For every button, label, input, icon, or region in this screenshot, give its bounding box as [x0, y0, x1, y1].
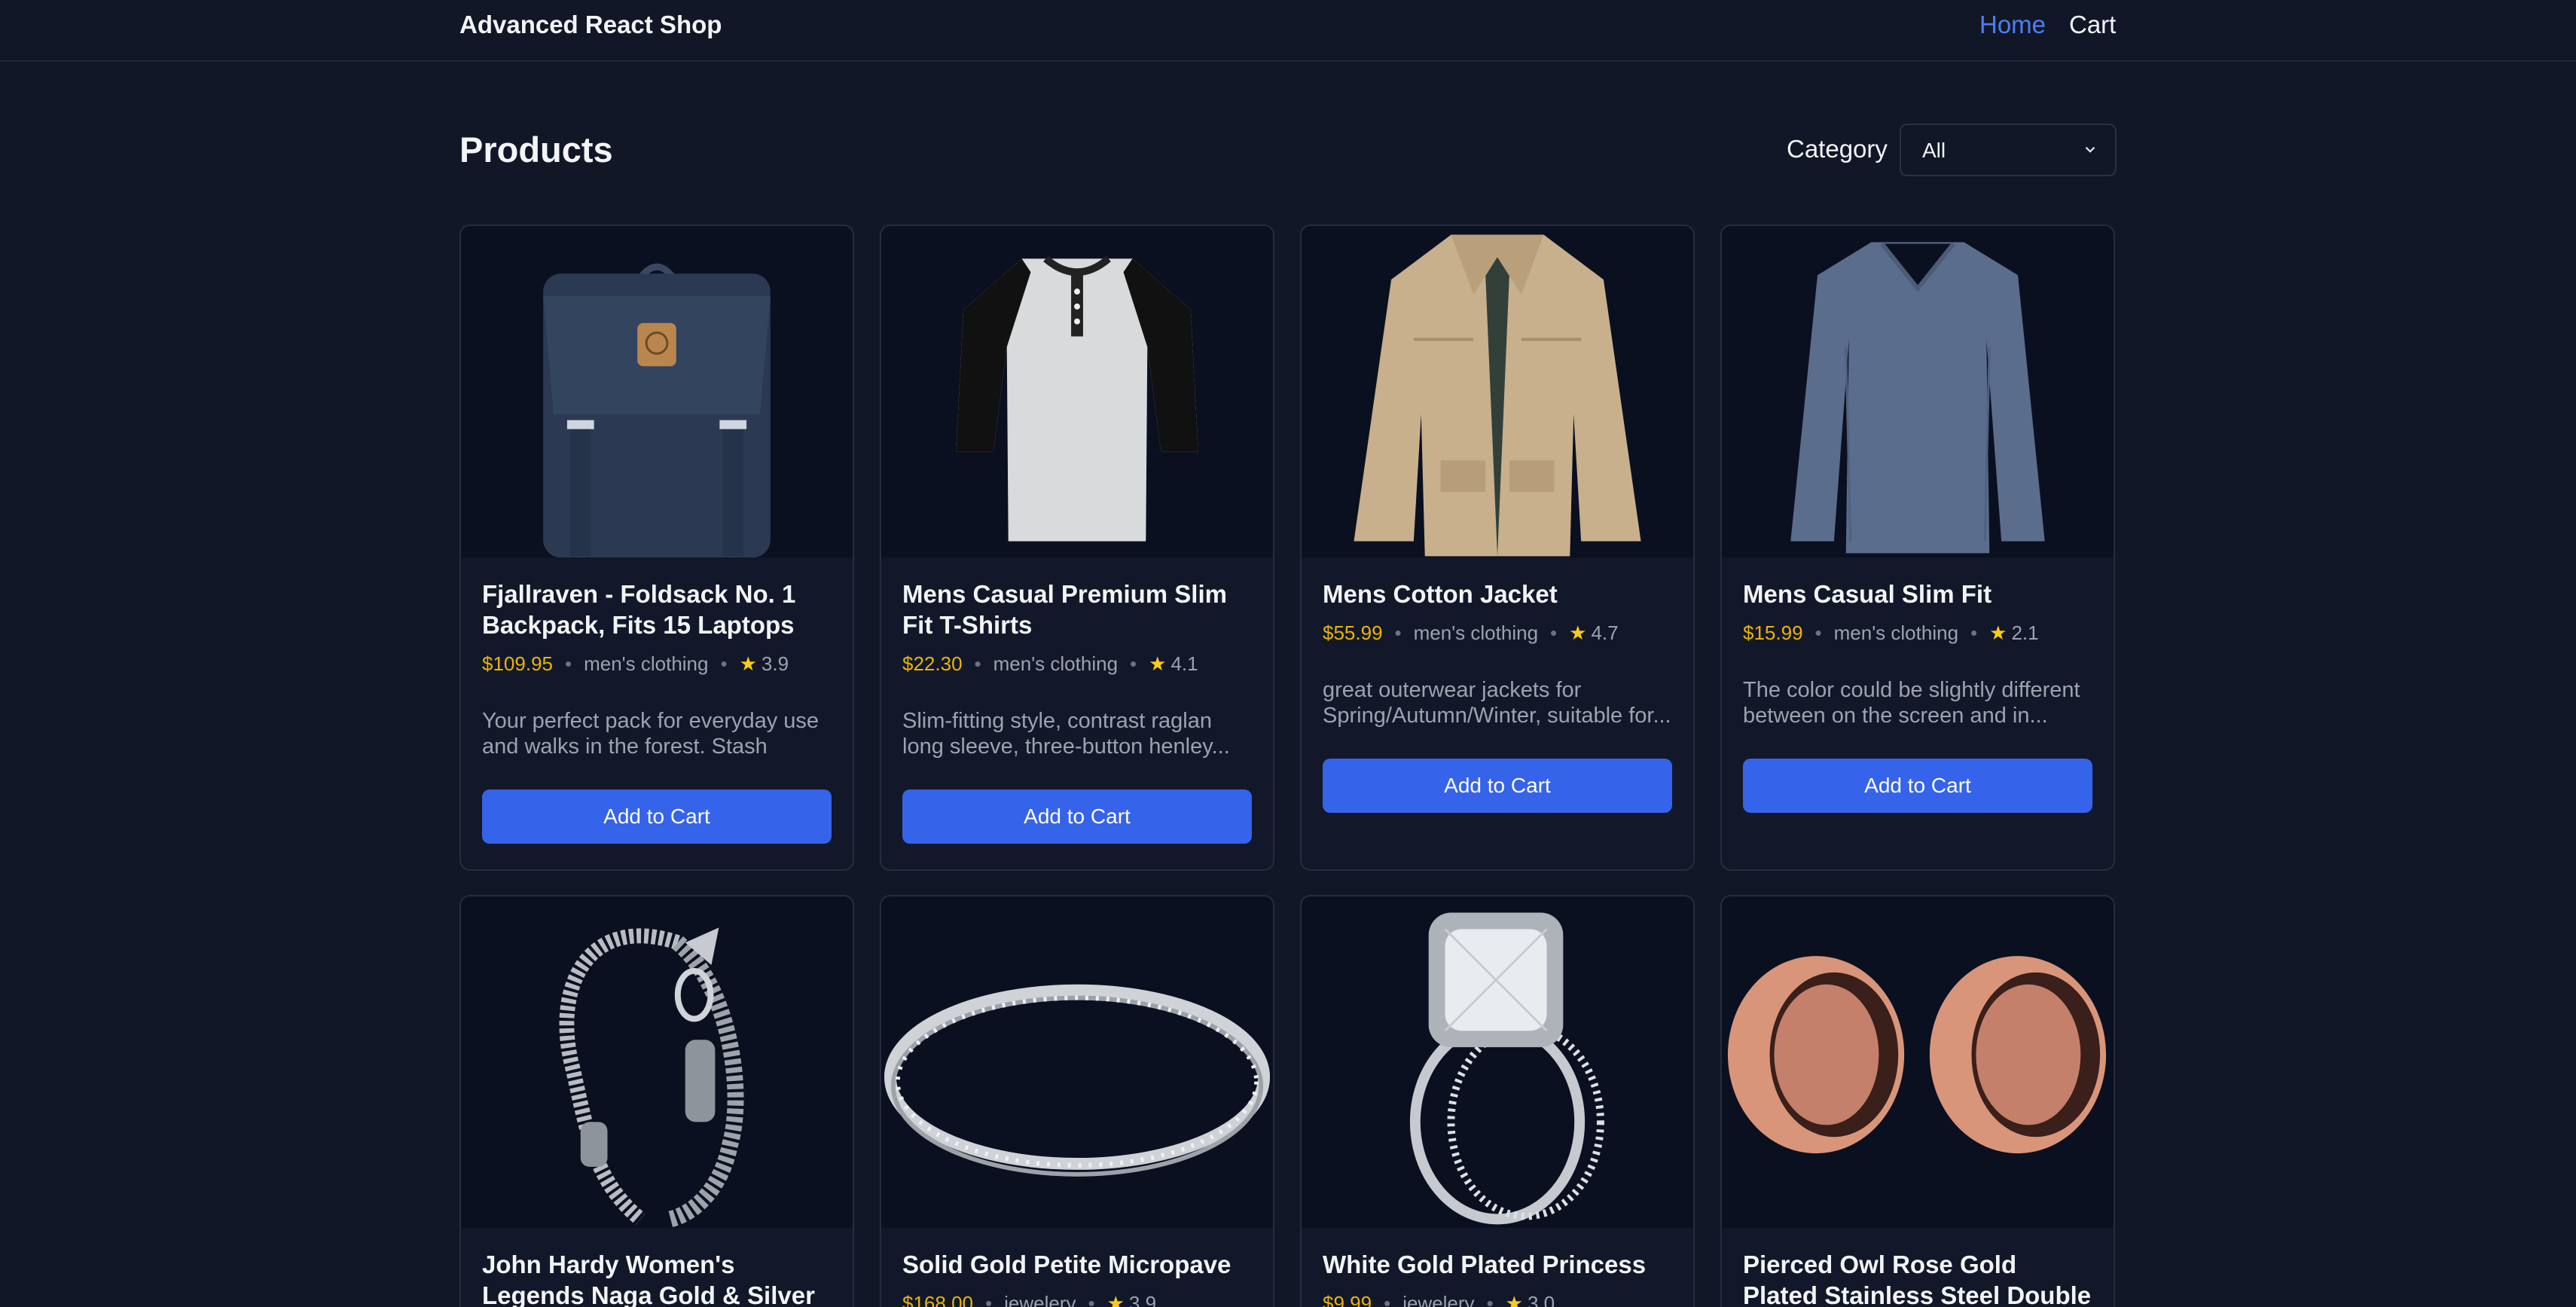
product-title[interactable]: John Hardy Women's Legends Naga Gold & S…: [482, 1249, 832, 1307]
product-rating: 2.1: [2011, 621, 2039, 644]
add-to-cart-button[interactable]: Add to Cart: [482, 789, 832, 844]
star-icon: ★: [1505, 1291, 1523, 1307]
product-category: men's clothing: [584, 652, 709, 675]
separator-dot: •: [720, 652, 728, 675]
product-meta: $109.95 • men's clothing • ★ 3.9: [482, 651, 832, 676]
product-price: $22.30: [902, 652, 963, 675]
add-to-cart-button[interactable]: Add to Cart: [902, 789, 1252, 844]
product-price: $109.95: [482, 652, 553, 675]
product-rating: 3.9: [1128, 1291, 1157, 1307]
product-meta: $22.30 • men's clothing • ★ 4.1: [902, 651, 1252, 676]
product-title[interactable]: Mens Casual Slim Fit: [1743, 579, 2092, 609]
product-card: Mens Casual Premium Slim Fit T-Shirts $2…: [880, 224, 1274, 871]
nav-home-link[interactable]: Home: [1979, 11, 2046, 39]
product-price: $55.99: [1323, 621, 1383, 644]
backpack-image[interactable]: [461, 226, 853, 557]
product-category: men's clothing: [993, 652, 1119, 675]
product-rating: 4.1: [1170, 652, 1198, 675]
product-title[interactable]: Mens Cotton Jacket: [1323, 579, 1672, 609]
star-icon: ★: [1149, 652, 1167, 675]
separator-dot: •: [974, 652, 981, 675]
separator-dot: •: [1486, 1291, 1494, 1307]
product-title[interactable]: Fjallraven - Foldsack No. 1 Backpack, Fi…: [482, 579, 832, 640]
product-title[interactable]: Mens Casual Premium Slim Fit T-Shirts: [902, 579, 1252, 640]
product-card: White Gold Plated Princess $9.99 • jewel…: [1300, 895, 1695, 1307]
product-category: men's clothing: [1833, 621, 1959, 644]
bracelet-image[interactable]: [461, 896, 853, 1228]
nav-cart-link[interactable]: Cart: [2069, 11, 2116, 39]
long-sleeve-shirt-image[interactable]: [1722, 226, 2114, 557]
product-price: $9.99: [1323, 1291, 1372, 1307]
jacket-image[interactable]: [1302, 226, 1693, 557]
product-description: The color could be slightly different be…: [1743, 678, 2080, 728]
star-icon: ★: [1989, 621, 2007, 644]
separator-dot: •: [1384, 1291, 1391, 1307]
product-title[interactable]: Pierced Owl Rose Gold Plated Stainless S…: [1743, 1249, 2092, 1307]
rose-gold-plugs-image[interactable]: [1722, 896, 2114, 1228]
product-price: $168.00: [902, 1291, 973, 1307]
separator-dot: •: [564, 652, 572, 675]
product-description: great outerwear jackets for Spring/Autum…: [1323, 678, 1671, 728]
top-navbar: Advanced React Shop Home Cart: [0, 0, 2576, 62]
product-meta: $9.99 • jewelery • ★ 3.0: [1323, 1290, 1672, 1307]
separator-dot: •: [1088, 1291, 1095, 1307]
product-rating: 4.7: [1591, 621, 1619, 644]
star-icon: ★: [1106, 1291, 1125, 1307]
separator-dot: •: [1550, 621, 1558, 644]
product-card: Mens Casual Slim Fit $15.99 • men's clot…: [1720, 224, 2115, 871]
product-category: jewelery: [1004, 1291, 1076, 1307]
category-select-value: All: [1922, 139, 1946, 162]
product-meta: $168.00 • jewelery • ★ 3.9: [902, 1290, 1252, 1307]
raglan-shirt-image[interactable]: [881, 226, 1273, 557]
separator-dot: •: [1130, 652, 1137, 675]
separator-dot: •: [1394, 621, 1402, 644]
product-title[interactable]: Solid Gold Petite Micropave: [902, 1249, 1252, 1280]
product-meta: $15.99 • men's clothing • ★ 2.1: [1743, 620, 2092, 646]
product-rating: 3.9: [761, 652, 789, 675]
princess-ring-image[interactable]: [1302, 896, 1693, 1228]
product-card: Solid Gold Petite Micropave $168.00 • je…: [880, 895, 1274, 1307]
product-rating: 3.0: [1527, 1291, 1555, 1307]
product-category: men's clothing: [1413, 621, 1539, 644]
product-card: Fjallraven - Foldsack No. 1 Backpack, Fi…: [459, 224, 854, 871]
category-select[interactable]: All: [1900, 124, 2117, 176]
chevron-down-icon: [2085, 146, 2095, 153]
star-icon: ★: [1569, 621, 1587, 644]
product-meta: $55.99 • men's clothing • ★ 4.7: [1323, 620, 1672, 646]
product-category: jewelery: [1402, 1291, 1475, 1307]
add-to-cart-button[interactable]: Add to Cart: [1323, 759, 1672, 813]
page-title: Products: [459, 130, 613, 169]
product-card: Mens Cotton Jacket $55.99 • men's clothi…: [1300, 224, 1695, 871]
product-description: Your perfect pack for everyday use and w…: [482, 709, 819, 759]
brand-logo-text[interactable]: Advanced React Shop: [459, 11, 722, 39]
ring-band-image[interactable]: [881, 896, 1273, 1228]
product-price: $15.99: [1743, 621, 1803, 644]
add-to-cart-button[interactable]: Add to Cart: [1743, 759, 2092, 813]
separator-dot: •: [984, 1291, 993, 1307]
product-card: John Hardy Women's Legends Naga Gold & S…: [459, 895, 854, 1307]
category-filter-label: Category: [1787, 135, 1888, 163]
separator-dot: •: [1814, 621, 1822, 644]
star-icon: ★: [739, 652, 757, 675]
separator-dot: •: [1970, 621, 1978, 644]
product-card: Pierced Owl Rose Gold Plated Stainless S…: [1720, 895, 2115, 1307]
product-title[interactable]: White Gold Plated Princess: [1323, 1249, 1672, 1280]
product-description: Slim-fitting style, contrast raglan long…: [902, 709, 1230, 759]
